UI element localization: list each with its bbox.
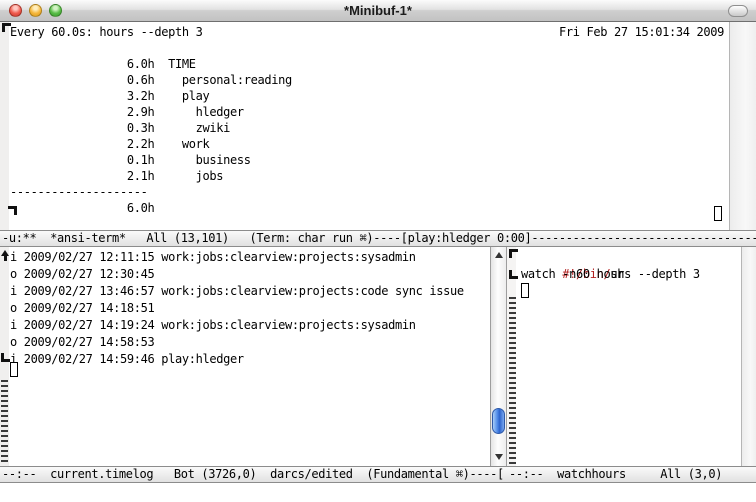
scroll-up-indicator-icon bbox=[1, 250, 10, 261]
timelog-line: o 2009/02/27 14:58:53 bbox=[10, 334, 154, 351]
scrollbar-thumb[interactable] bbox=[492, 408, 505, 434]
toolbar-toggle-button[interactable] bbox=[728, 5, 748, 17]
title-bar[interactable]: *Minibuf-1* bbox=[0, 0, 756, 22]
scrollbar-track-top[interactable] bbox=[729, 22, 756, 230]
report-line: 2.2h work bbox=[10, 136, 209, 152]
script-command-line: watch -n60 hours --depth 3 bbox=[521, 266, 700, 283]
report-total: 6.0h bbox=[10, 200, 154, 216]
watch-header-right: Fri Feb 27 15:01:34 2009 bbox=[559, 24, 724, 40]
bottom-of-buffer-icon bbox=[8, 206, 17, 215]
ansi-term-window[interactable]: Every 60.0s: hours --depth 3 Fri Feb 27 … bbox=[0, 22, 756, 230]
report-line: 0.6h personal:reading bbox=[10, 72, 292, 88]
report-line: 3.2h play bbox=[10, 88, 209, 104]
report-line: 2.9h hledger bbox=[10, 104, 244, 120]
emacs-frame: *Minibuf-1* Every 60.0s: hours --depth 3… bbox=[0, 0, 756, 502]
timelog-window[interactable]: i 2009/02/27 12:11:15 work:jobs:clearvie… bbox=[0, 247, 490, 466]
timelog-line: i 2009/02/27 12:11:15 work:jobs:clearvie… bbox=[10, 249, 416, 266]
top-of-buffer-icon bbox=[509, 249, 518, 258]
watchhours-window[interactable]: #!/bin/sh watch -n60 hours --depth 3 bbox=[507, 247, 756, 466]
script-shebang-line: #!/bin/sh bbox=[521, 249, 624, 266]
window-title: *Minibuf-1* bbox=[0, 3, 756, 18]
timelog-scrollbar[interactable] bbox=[490, 247, 507, 466]
scrollbar-up-arrow-icon[interactable] bbox=[491, 248, 506, 263]
terminal-cursor bbox=[714, 206, 722, 221]
empty-lines-indicator bbox=[509, 297, 516, 464]
modeline-watchhours[interactable]: --:-- watchhours All (3,0) bbox=[507, 466, 756, 483]
minibuffer[interactable]: Redo: (ansi-term "/Users/simon/bin/watch… bbox=[0, 483, 756, 502]
report-line: 0.3h zwiki bbox=[10, 120, 230, 136]
modeline-ansi-term[interactable]: -u:** *ansi-term* All (13,101) (Term: ch… bbox=[0, 230, 756, 247]
bottom-of-buffer-icon bbox=[509, 270, 518, 279]
bottom-of-buffer-icon bbox=[1, 353, 10, 362]
report-line: 2.1h jobs bbox=[10, 168, 223, 184]
report-line: 0.1h business bbox=[10, 152, 251, 168]
report-separator: -------------------- bbox=[10, 184, 148, 200]
modeline-timelog[interactable]: --:-- current.timelog Bot (3726,0) darcs… bbox=[0, 466, 507, 483]
watch-header-left: Every 60.0s: hours --depth 3 bbox=[10, 24, 203, 40]
inactive-cursor bbox=[10, 362, 18, 377]
report-line: 6.0h TIME bbox=[10, 56, 196, 72]
empty-lines-indicator bbox=[1, 380, 8, 464]
timelog-line: o 2009/02/27 14:18:51 bbox=[10, 300, 154, 317]
scrollbar-track-right[interactable] bbox=[741, 247, 756, 466]
timelog-line: i 2009/02/27 14:19:24 work:jobs:clearvie… bbox=[10, 317, 416, 334]
left-fringe bbox=[0, 22, 9, 230]
inactive-cursor bbox=[521, 283, 529, 298]
timelog-line: i 2009/02/27 13:46:57 work:jobs:clearvie… bbox=[10, 283, 464, 300]
timelog-line: i 2009/02/27 14:59:46 play:hledger bbox=[10, 351, 244, 368]
scrollbar-down-arrow-icon[interactable] bbox=[491, 450, 506, 465]
timelog-line: o 2009/02/27 12:30:45 bbox=[10, 266, 154, 283]
